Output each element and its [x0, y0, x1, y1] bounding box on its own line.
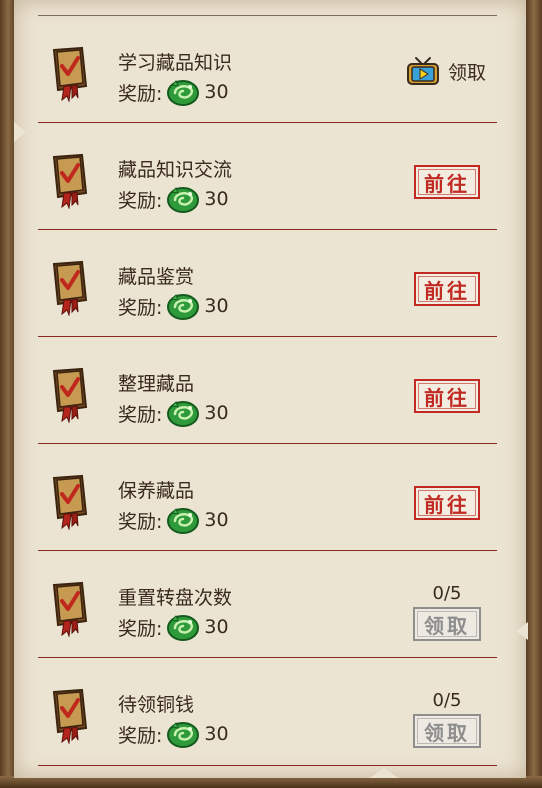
reward-amount: 30: [204, 188, 229, 210]
paper-tear: [14, 122, 26, 142]
reward-line: 奖励: 30: [118, 399, 229, 427]
reward-label: 奖励:: [118, 189, 163, 212]
paper-tear: [370, 768, 398, 778]
task-title: 重置转盘次数: [118, 587, 233, 609]
frame-right: [524, 0, 542, 788]
task-row: 待领铜钱 奖励: 30 0/5 领取: [38, 658, 497, 764]
goto-button[interactable]: 前往: [414, 379, 480, 413]
task-row: 保养藏品 奖励: 30 前往: [38, 444, 497, 550]
jade-coin-icon: [166, 398, 200, 428]
task-book-icon: [50, 474, 90, 530]
task-title: 保养藏品: [118, 480, 195, 502]
reward-amount: 30: [204, 509, 229, 531]
goto-button[interactable]: 前往: [414, 165, 480, 199]
task-title: 待领铜钱: [118, 694, 195, 716]
reward-label: 奖励:: [118, 724, 163, 747]
paper-tear: [516, 622, 528, 640]
task-book-icon: [50, 688, 90, 744]
task-book-icon: [50, 581, 90, 637]
task-book-icon: [50, 46, 90, 102]
task-book-icon: [50, 367, 90, 423]
jade-coin-icon: [166, 612, 200, 642]
reward-line: 奖励: 30: [118, 185, 229, 213]
task-title: 藏品鉴赏: [118, 266, 195, 288]
reward-label: 奖励:: [118, 403, 163, 426]
reward-amount: 30: [204, 402, 229, 424]
task-book-icon: [50, 153, 90, 209]
reward-amount: 30: [204, 723, 229, 745]
jade-coin-icon: [166, 77, 200, 107]
task-row: 藏品知识交流 奖励: 30 前往: [38, 123, 497, 229]
task-title: 学习藏品知识: [118, 52, 233, 74]
reward-label: 奖励:: [118, 296, 163, 319]
task-title: 藏品知识交流: [118, 159, 233, 181]
reward-label: 奖励:: [118, 82, 163, 105]
reward-line: 奖励: 30: [118, 292, 229, 320]
task-row: 重置转盘次数 奖励: 30 0/5 领取: [38, 551, 497, 657]
reward-amount: 30: [204, 81, 229, 103]
jade-coin-icon: [166, 505, 200, 535]
jade-coin-icon: [166, 291, 200, 321]
tv-icon: [406, 56, 440, 86]
jade-coin-icon: [166, 184, 200, 214]
task-row: 整理藏品 奖励: 30 前往: [38, 337, 497, 443]
reward-line: 奖励: 30: [118, 506, 229, 534]
reward-line: 奖励: 30: [118, 613, 229, 641]
reward-line: 奖励: 30: [118, 78, 229, 106]
task-row: 藏品鉴赏 奖励: 30 前往: [38, 230, 497, 336]
claim-label: 领取: [448, 61, 487, 84]
reward-amount: 30: [204, 295, 229, 317]
reward-amount: 30: [204, 616, 229, 638]
claim-button-disabled[interactable]: 领取: [413, 714, 481, 748]
reward-label: 奖励:: [118, 510, 163, 533]
progress-count: 0/5: [432, 690, 462, 711]
row-divider: [38, 765, 497, 766]
progress-count: 0/5: [432, 583, 462, 604]
reward-line: 奖励: 30: [118, 720, 229, 748]
reward-label: 奖励:: [118, 617, 163, 640]
task-book-icon: [50, 260, 90, 316]
watch-video-claim-button[interactable]: 领取: [406, 54, 486, 88]
claim-button-disabled[interactable]: 领取: [413, 607, 481, 641]
goto-button[interactable]: 前往: [414, 486, 480, 520]
jade-coin-icon: [166, 719, 200, 749]
goto-button[interactable]: 前往: [414, 272, 480, 306]
task-row: 学习藏品知识 奖励: 30 领取: [38, 16, 497, 122]
task-title: 整理藏品: [118, 373, 195, 395]
